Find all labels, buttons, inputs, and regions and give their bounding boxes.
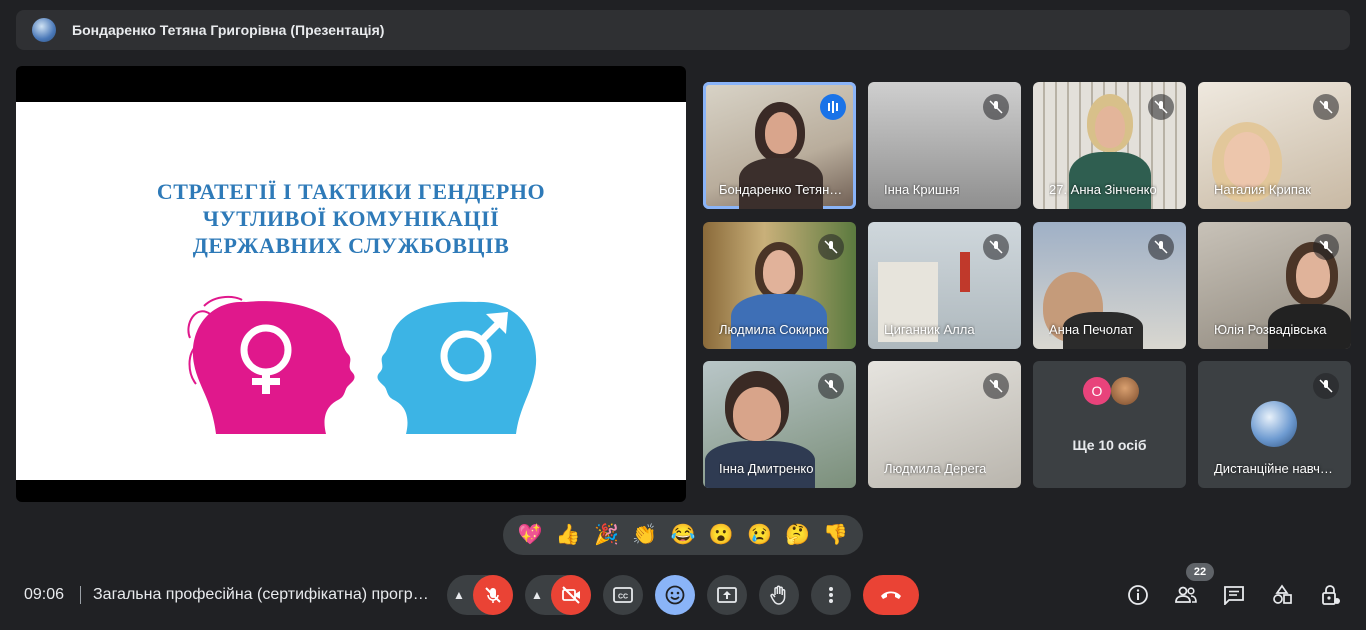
participant-name: Анна Печолат (1049, 322, 1134, 337)
participant-name: Циганник Алла (884, 322, 975, 337)
slide-title: СТРАТЕГІЇ І ТАКТИКИ ГЕНДЕРНО ЧУТЛИВОЇ КО… (16, 178, 686, 259)
participant-name: Юлія Розвадівська (1214, 322, 1327, 337)
mic-off-icon (1313, 234, 1339, 260)
more-options-button[interactable] (811, 575, 851, 615)
more-participants-label: Ще 10 осіб (1072, 437, 1147, 453)
slide-title-line-2: ЧУТЛИВОЇ КОМУНІКАЦІЇ (202, 206, 500, 231)
participant-name: Інна Кришня (884, 182, 960, 197)
present-button[interactable] (707, 575, 747, 615)
others-avatar: О (1083, 377, 1111, 405)
participant-name: Людмила Сокирко (719, 322, 830, 337)
participant-tile[interactable]: Дистанційне навчання (1198, 361, 1351, 488)
camera-toggle-button[interactable] (551, 575, 591, 615)
participant-tile[interactable]: 27. Анна Зінченко (1033, 82, 1186, 209)
slide-title-line-3: ДЕРЖАВНИХ СЛУЖБОВЦІВ (192, 233, 510, 258)
end-call-icon (881, 591, 901, 599)
participant-name: Дистанційне навчання (1214, 461, 1340, 476)
male-head-silhouette (377, 301, 537, 434)
meeting-details-button[interactable] (1122, 579, 1154, 611)
captions-icon: CC (613, 587, 633, 603)
presenter-avatar (32, 18, 56, 42)
host-controls-button[interactable] (1314, 579, 1346, 611)
mic-off-icon (818, 234, 844, 260)
more-options-icon (829, 587, 833, 603)
participant-name: Людмила Дерега (884, 461, 987, 476)
svg-text:CC: CC (618, 594, 628, 601)
reaction-clap[interactable]: 👏 (632, 525, 657, 545)
participant-tile[interactable]: Людмила Дерега (868, 361, 1021, 488)
emoji-icon (665, 585, 685, 605)
activities-icon (1273, 584, 1292, 604)
mic-off-icon (1313, 94, 1339, 120)
reaction-bar: 💖 👍 🎉 👏 😂 😮 😢 🤔 👎 (503, 515, 863, 555)
participant-tile[interactable]: Наталия Крипак (1198, 82, 1351, 209)
reaction-thinking[interactable]: 🤔 (785, 525, 810, 545)
participant-tile[interactable]: Інна Кришня (868, 82, 1021, 209)
reaction-sad[interactable]: 😢 (747, 525, 772, 545)
presenter-bar: Бондаренко Тетяна Григорівна (Презентаці… (16, 10, 1350, 50)
people-icon (1175, 586, 1197, 603)
raise-hand-icon (770, 585, 786, 605)
participant-tile[interactable]: Людмила Сокирко (703, 222, 856, 349)
captions-button[interactable]: CC (603, 575, 643, 615)
speaking-indicator-icon (820, 94, 846, 120)
gender-heads-illustration (187, 295, 537, 434)
participant-avatar (1251, 401, 1297, 447)
slide-title-line-1: СТРАТЕГІЇ І ТАКТИКИ ГЕНДЕРНО (156, 179, 546, 204)
slide: СТРАТЕГІЇ І ТАКТИКИ ГЕНДЕРНО ЧУТЛИВОЇ КО… (16, 102, 686, 480)
people-button[interactable] (1170, 579, 1202, 611)
more-participants-tile[interactable]: О Ще 10 осіб (1033, 361, 1186, 488)
mic-off-icon (983, 234, 1009, 260)
divider (80, 586, 81, 604)
presenter-title: Бондаренко Тетяна Григорівна (Презентаці… (72, 22, 385, 38)
participant-grid: Бондаренко Тетяна Григорівна Інна Кришня… (703, 82, 1354, 489)
mic-options-chevron-icon[interactable]: ▲ (453, 588, 465, 602)
reaction-surprised[interactable]: 😮 (709, 525, 734, 545)
raise-hand-button[interactable] (759, 575, 799, 615)
participant-tile[interactable]: Юлія Розвадівська (1198, 222, 1351, 349)
reaction-heart[interactable]: 💖 (518, 525, 543, 545)
control-bar: 09:06 Загальна професійна (сертифікатна)… (0, 572, 1366, 618)
reaction-party[interactable]: 🎉 (594, 525, 619, 545)
leave-call-button[interactable] (863, 575, 919, 615)
participant-name: Наталия Крипак (1214, 182, 1311, 197)
participant-name: Інна Дмитренко (719, 461, 814, 476)
mic-off-icon (485, 587, 501, 603)
reaction-thumbs-up[interactable]: 👍 (556, 525, 581, 545)
mic-off-icon (818, 373, 844, 399)
participant-tile[interactable]: Інна Дмитренко (703, 361, 856, 488)
mic-off-icon (1148, 94, 1174, 120)
mic-off-icon (1148, 234, 1174, 260)
meeting-title: Загальна професійна (сертифікатна) прогр… (93, 586, 433, 603)
participant-tile[interactable]: Анна Печолат (1033, 222, 1186, 349)
participant-name: Бондаренко Тетяна Григорівна (719, 182, 845, 197)
others-photo-avatar (1111, 377, 1139, 405)
mic-off-icon (983, 373, 1009, 399)
emoji-button[interactable] (655, 575, 695, 615)
participant-name: 27. Анна Зінченко (1049, 182, 1157, 197)
presentation-stage[interactable]: СТРАТЕГІЇ І ТАКТИКИ ГЕНДЕРНО ЧУТЛИВОЇ КО… (16, 66, 686, 502)
info-icon (1128, 585, 1148, 605)
lock-person-icon (1322, 585, 1340, 605)
activities-button[interactable] (1266, 579, 1298, 611)
participant-tile[interactable]: Циганник Алла (868, 222, 1021, 349)
participant-tile[interactable]: Бондаренко Тетяна Григорівна (703, 82, 856, 209)
participant-count-badge: 22 (1186, 563, 1214, 581)
chat-icon (1224, 586, 1244, 605)
meeting-clock: 09:06 (24, 586, 65, 603)
mic-toggle-button[interactable] (473, 575, 513, 615)
mic-off-icon (1313, 373, 1339, 399)
camera-options-chevron-icon[interactable]: ▲ (531, 588, 543, 602)
reaction-thumbs-down[interactable]: 👎 (823, 525, 848, 545)
camera-off-icon (562, 586, 580, 604)
chat-button[interactable] (1218, 579, 1250, 611)
present-screen-icon (717, 587, 737, 603)
reaction-laugh[interactable]: 😂 (671, 525, 696, 545)
mic-off-icon (983, 94, 1009, 120)
